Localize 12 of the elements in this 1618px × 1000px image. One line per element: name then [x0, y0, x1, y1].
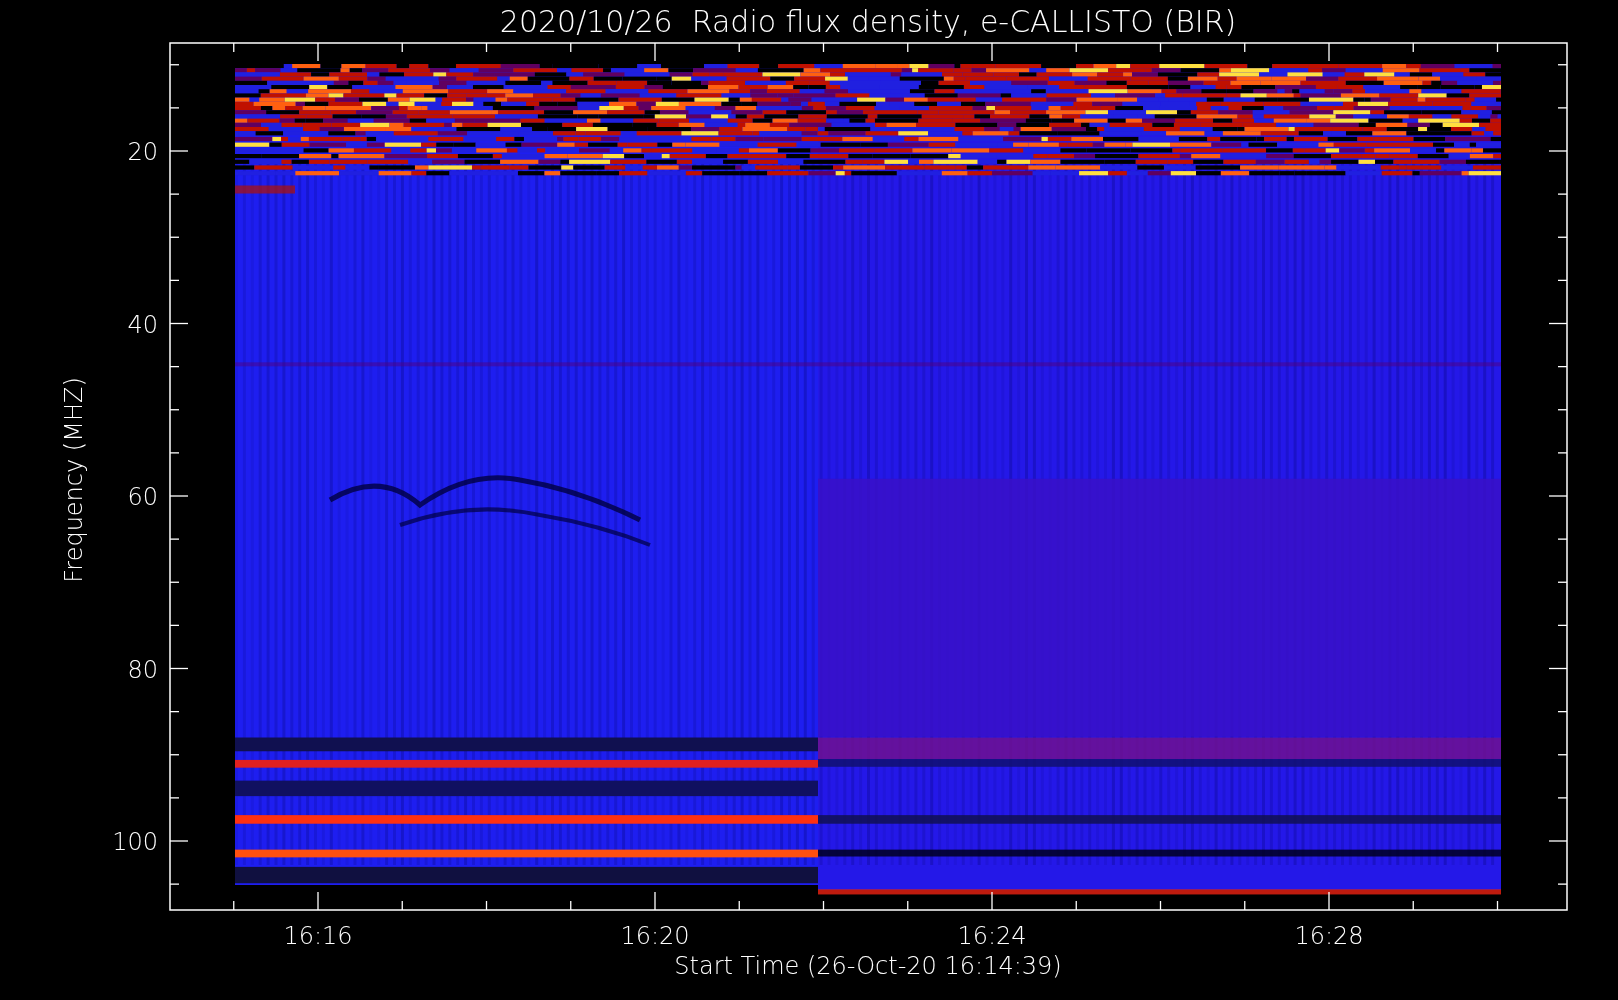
- y-axis-label: Frequency (MHZ): [60, 377, 88, 583]
- y-tick-label: 60: [127, 483, 158, 511]
- x-tick-label: 16:16: [283, 922, 353, 950]
- x-axis-label: Start Time (26-Oct-20 16:14:39): [674, 952, 1062, 980]
- y-tick-label: 100: [112, 828, 158, 856]
- x-tick-label: 16:24: [957, 922, 1027, 950]
- y-tick-label: 40: [127, 310, 158, 339]
- y-tick-label: 80: [127, 655, 158, 684]
- plot-title: 2020/10/26 Radio flux density, e-CALLISTO (BIR): [499, 4, 1237, 39]
- x-tick-label: 16:20: [620, 922, 690, 950]
- x-tick-label: 16:28: [1294, 922, 1364, 950]
- y-tick-label: 20: [127, 138, 158, 166]
